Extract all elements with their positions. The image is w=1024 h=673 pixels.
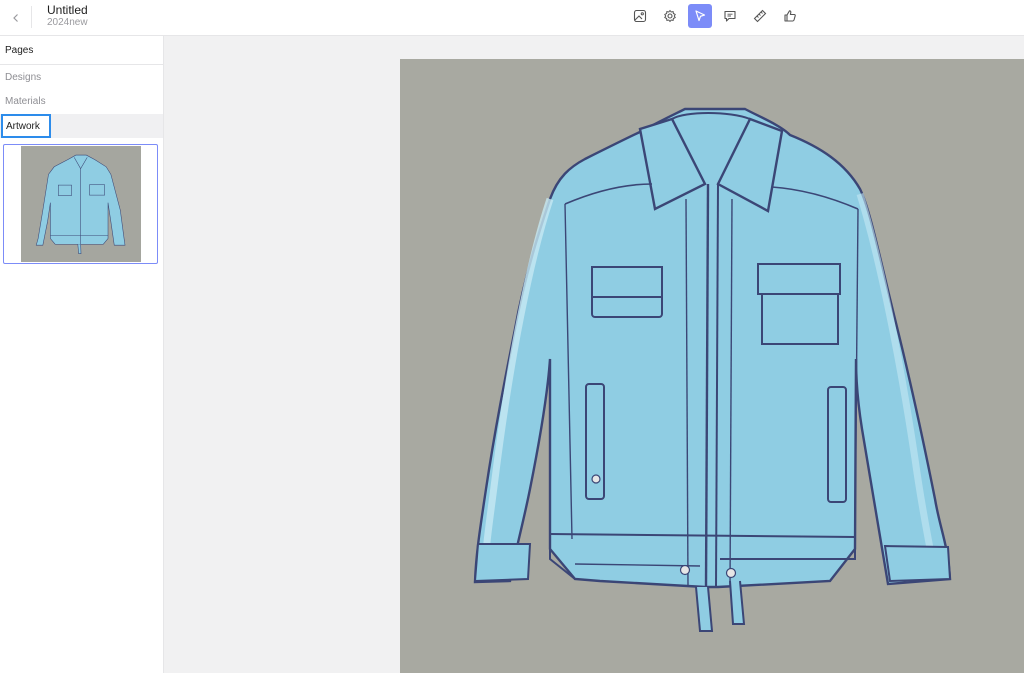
pages-header: Pages — [0, 36, 163, 65]
document-subtitle: 2024new — [47, 17, 88, 28]
page-item-designs[interactable]: Designs — [0, 66, 163, 90]
divider — [31, 6, 32, 28]
ruler-tool-button[interactable] — [748, 4, 772, 28]
back-button[interactable] — [4, 6, 28, 30]
page-thumbnail[interactable] — [3, 144, 158, 264]
toolbar — [628, 4, 802, 30]
page-item-artwork[interactable]: Artwork — [0, 114, 163, 138]
artwork-thumbnail-image — [21, 146, 141, 262]
thumbs-up-icon — [784, 10, 796, 22]
document-title[interactable]: Untitled — [47, 3, 88, 17]
denim-jacket-illustration — [473, 107, 952, 632]
image-tool-button[interactable] — [628, 4, 652, 28]
settings-tool-button[interactable] — [658, 4, 682, 28]
ruler-icon — [753, 9, 767, 23]
image-icon — [633, 9, 647, 23]
page-item-artwork-label: Artwork — [1, 114, 51, 138]
like-tool-button[interactable] — [778, 4, 802, 28]
jacket-thumbnail-image — [35, 154, 126, 254]
pages-sidebar: Pages Designs Materials Artwork — [0, 36, 164, 673]
artwork-canvas-image[interactable] — [400, 59, 1024, 673]
settings-gear-icon — [664, 9, 676, 23]
comment-icon — [724, 10, 736, 22]
cursor-pointer-icon — [695, 10, 706, 22]
comment-tool-button[interactable] — [718, 4, 742, 28]
chevron-left-icon — [13, 14, 18, 22]
page-item-materials[interactable]: Materials — [0, 90, 163, 114]
top-bar: Untitled 2024new — [0, 0, 1024, 36]
select-tool-button[interactable] — [688, 4, 712, 28]
